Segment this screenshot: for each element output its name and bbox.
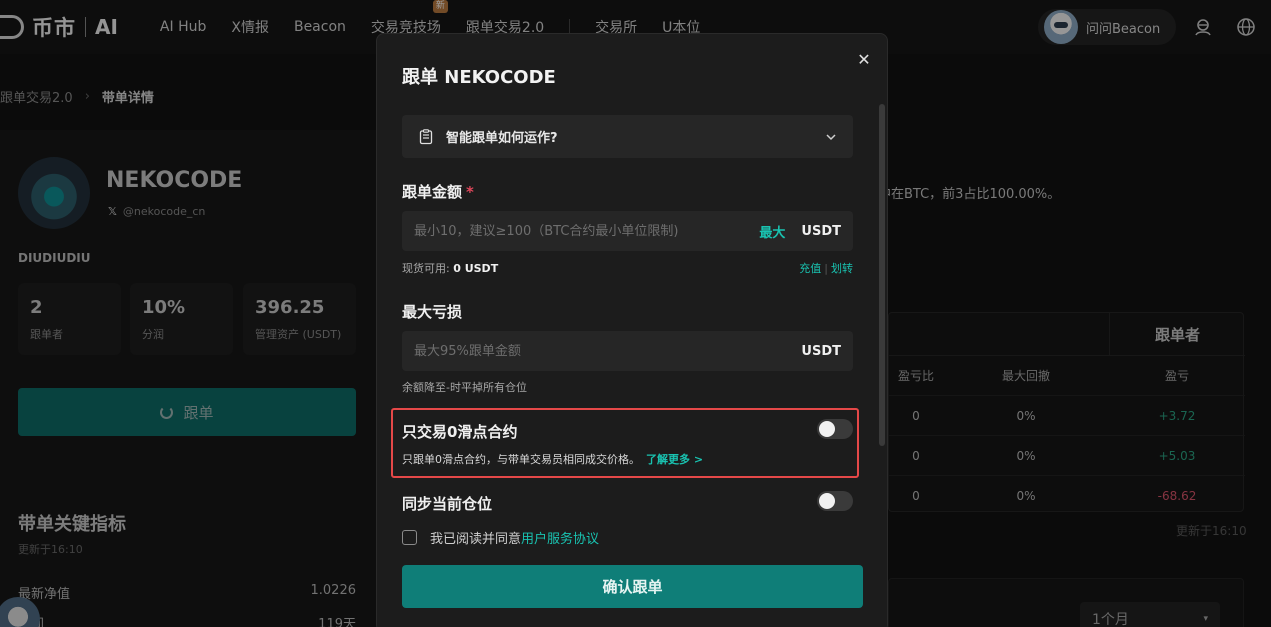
- how-it-works-label: 智能跟单如何运作?: [446, 131, 558, 146]
- amount-unit: USDT: [801, 223, 841, 239]
- max-button[interactable]: 最大: [759, 222, 785, 241]
- modal-title: 跟单 NEKOCODE: [402, 67, 556, 88]
- zero-slippage-toggle[interactable]: [817, 419, 853, 439]
- learn-more-link[interactable]: 了解更多 >: [646, 453, 703, 466]
- copy-trade-modal: 跟单 NEKOCODE ✕ 智能跟单如何运作? 跟单金额* 最大 USDT 现货…: [376, 33, 888, 627]
- max-loss-hint: 余额降至-时平掉所有仓位: [402, 379, 853, 395]
- max-loss-unit: USDT: [801, 343, 841, 359]
- amount-field: 最大 USDT: [402, 211, 853, 251]
- sync-positions-title: 同步当前仓位: [402, 495, 493, 513]
- link-divider: |: [824, 262, 828, 275]
- confirm-follow-button[interactable]: 确认跟单: [402, 565, 863, 608]
- max-loss-field: USDT: [402, 331, 853, 371]
- zero-slippage-desc: 只跟单0滑点合约，与带单交易员相同成交价格。 了解更多 >: [402, 451, 703, 467]
- required-marker: *: [466, 183, 474, 201]
- available-value: 0 USDT: [453, 262, 499, 275]
- max-loss-label: 最大亏损: [402, 303, 463, 321]
- zero-slippage-desc-text: 只跟单0滑点合约，与带单交易员相同成交价格。: [402, 453, 640, 466]
- sync-positions-toggle[interactable]: [817, 491, 853, 511]
- amount-input[interactable]: [414, 223, 760, 239]
- document-icon: [419, 128, 433, 144]
- amount-label: 跟单金额 *: [402, 181, 474, 202]
- scrollbar[interactable]: [879, 104, 885, 446]
- toggle-knob: [819, 493, 835, 509]
- max-loss-hint-text: 余额降至-时平掉所有仓位: [402, 381, 527, 394]
- available-row: 现货可用: 0 USDT 充值 | 划转: [402, 260, 853, 276]
- deposit-link[interactable]: 充值: [799, 262, 821, 275]
- available-balance: 现货可用: 0 USDT: [402, 260, 498, 276]
- max-loss-input[interactable]: [414, 343, 802, 359]
- zero-slippage-title: 只交易0滑点合约: [402, 423, 518, 441]
- how-it-works-accordion[interactable]: 智能跟单如何运作?: [402, 115, 853, 158]
- user-agreement-link[interactable]: 用户服务协议: [521, 528, 599, 547]
- fund-links: 充值 | 划转: [799, 260, 853, 276]
- zero-slippage-highlight: [391, 408, 859, 478]
- amount-label-text: 跟单金额: [402, 183, 463, 201]
- agreement-checkbox[interactable]: [402, 530, 417, 545]
- chevron-down-icon: [826, 133, 836, 140]
- transfer-link[interactable]: 划转: [831, 262, 853, 275]
- toggle-knob: [819, 421, 835, 437]
- agreement-row: 我已阅读并同意 用户服务协议: [402, 528, 599, 547]
- available-label: 现货可用:: [402, 262, 450, 275]
- agreement-text: 我已阅读并同意: [430, 532, 522, 547]
- close-icon[interactable]: ✕: [855, 50, 873, 69]
